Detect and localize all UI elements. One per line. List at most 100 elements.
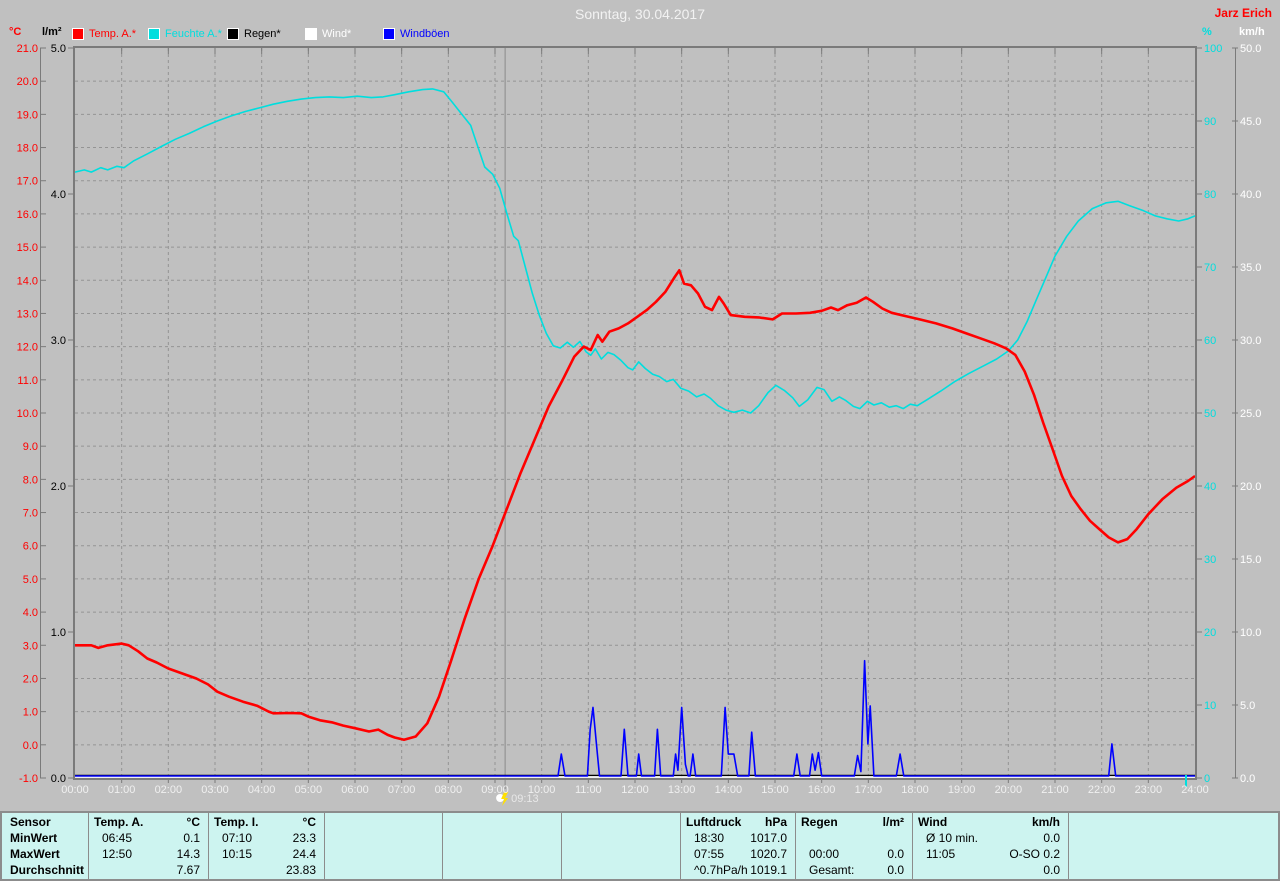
- table-cell: 0.0: [1043, 831, 1060, 845]
- table-cell: 24.4: [292, 847, 316, 861]
- table-row: Gesamt: 0.0: [796, 862, 912, 878]
- table-row: Sensor: [2, 814, 88, 830]
- tick-label-temp: -1.0: [19, 773, 38, 785]
- tick-label-rain: 5.0: [51, 43, 66, 55]
- table-cell: 0.0: [887, 863, 904, 877]
- tick-label-temp: 17.0: [17, 176, 38, 188]
- tick-label-wind: 30.0: [1240, 335, 1261, 347]
- table-row: [562, 846, 680, 862]
- table-cell: 7.67: [176, 863, 200, 877]
- table-cell: [918, 862, 926, 878]
- table-row: 18:30 1017.0: [681, 830, 795, 846]
- table-row: Ø 10 min. 0.0: [913, 830, 1068, 846]
- table-cell: [214, 862, 222, 878]
- table-cell: 1020.7: [750, 847, 787, 861]
- table-cell: Wind: [918, 815, 948, 829]
- table-cell: [330, 846, 338, 862]
- tick-label-wind: 0.0: [1240, 773, 1255, 785]
- table-cell: Durchschnitt: [10, 863, 85, 877]
- tick-label-temp: 8.0: [23, 474, 38, 486]
- x-tick-label: 15:00: [761, 784, 789, 796]
- tick-label-humidity: 90: [1204, 116, 1216, 128]
- table-row: Durchschnitt: [2, 862, 88, 878]
- table-cell: °C: [186, 815, 200, 829]
- table-row: 0.0: [913, 862, 1068, 878]
- tick-label-humidity: 80: [1204, 189, 1216, 201]
- table-cell: Gesamt:: [809, 863, 855, 877]
- table-cell: 1019.1: [750, 863, 787, 877]
- table-cell: 07:10: [222, 831, 253, 845]
- table-cell: MinWert: [10, 831, 58, 845]
- table-cell: [448, 862, 456, 878]
- tick-label-temp: 11.0: [17, 375, 38, 387]
- tick-label-humidity: 20: [1204, 627, 1216, 639]
- table-row: [443, 814, 561, 830]
- table-cell: 12:50: [102, 847, 133, 861]
- x-tick-label: 24:00: [1181, 784, 1209, 796]
- table-cell: Ø 10 min.: [926, 831, 979, 845]
- table-row: 07:10 23.3: [209, 830, 324, 846]
- tick-label-wind: 40.0: [1240, 189, 1261, 201]
- table-cell: °C: [302, 815, 316, 829]
- x-tick-label: 17:00: [855, 784, 883, 796]
- tick-label-temp: 7.0: [23, 508, 38, 520]
- tick-label-temp: 12.0: [17, 342, 38, 354]
- tick-label-temp: 10.0: [17, 408, 38, 420]
- x-tick-label: 19:00: [948, 784, 976, 796]
- table-row: [562, 814, 680, 830]
- tick-label-wind: 45.0: [1240, 116, 1261, 128]
- table-row: Luftdruck hPa: [681, 814, 795, 830]
- table-row: [796, 830, 912, 846]
- table-row: [443, 846, 561, 862]
- table-row: 00:00 0.0: [796, 846, 912, 862]
- table-cell: l/m²: [882, 815, 904, 829]
- table-cell: km/h: [1031, 815, 1060, 829]
- series-feuchte-a-line: [74, 88, 1196, 414]
- table-cell: [801, 830, 809, 846]
- x-tick-label: 22:00: [1088, 784, 1116, 796]
- tick-label-humidity: 30: [1204, 554, 1216, 566]
- table-row: 23.83: [209, 862, 324, 878]
- tick-label-humidity: 40: [1204, 481, 1216, 493]
- x-tick-label: 08:00: [435, 784, 463, 796]
- table-row: Wind km/h: [913, 814, 1068, 830]
- x-tick-label: 21:00: [1041, 784, 1069, 796]
- table-cell: Sensor: [10, 815, 51, 829]
- table-cell: 11:05: [926, 847, 956, 861]
- weather-app-window: Sonntag, 30.04.2017 Jarz Erich °C l/m² %…: [0, 0, 1280, 881]
- table-row: Regen l/m²: [796, 814, 912, 830]
- table-column-luftdruck: Luftdruck hPa 18:30 1017.0 07:55 1020.7 ^0.7hP…: [681, 813, 796, 879]
- tick-label-wind: 5.0: [1240, 700, 1255, 712]
- tick-label-wind: 10.0: [1240, 627, 1261, 639]
- table-cell: 0.0: [1043, 863, 1060, 877]
- table-row: [443, 862, 561, 878]
- table-row: [562, 830, 680, 846]
- x-tick-label: 02:00: [155, 784, 183, 796]
- tick-label-temp: 4.0: [23, 607, 38, 619]
- x-tick-label: 06:00: [341, 784, 369, 796]
- grid-lines: [75, 48, 1195, 778]
- tick-label-temp: 20.0: [17, 76, 38, 88]
- x-tick-label: 05:00: [295, 784, 323, 796]
- tick-label-temp: 15.0: [17, 242, 38, 254]
- table-cell: 18:30: [694, 831, 725, 845]
- table-row: [325, 846, 442, 862]
- table-cell: ^0.7hPa/h: [694, 863, 748, 877]
- tick-label-temp: 0.0: [23, 740, 38, 752]
- tick-label-wind: 15.0: [1240, 554, 1261, 566]
- tick-label-temp: 2.0: [23, 673, 38, 685]
- table-column-wind: Wind km/h Ø 10 min. 0.0 11:05 O-SO 0.2 0.0: [913, 813, 1069, 879]
- tick-label-temp: 18.0: [17, 143, 38, 155]
- table-cell: 0.1: [183, 831, 200, 845]
- table-cell: [448, 830, 456, 846]
- table-cell: Regen: [801, 815, 838, 829]
- table-cell: Temp. I.: [214, 815, 259, 829]
- tick-label-temp: 9.0: [23, 441, 38, 453]
- weather-chart: 09:13 21.0 20.0 19.0 18.0 17.0 16.0 15.0 14.0 13.…: [17, 43, 1261, 806]
- x-tick-label: 23:00: [1135, 784, 1163, 796]
- tick-label-wind: 20.0: [1240, 481, 1261, 493]
- table-row: 7.67: [89, 862, 208, 878]
- tick-label-humidity: 60: [1204, 335, 1216, 347]
- table-row: MaxWert: [2, 846, 88, 862]
- table-cell: 0.0: [887, 847, 904, 861]
